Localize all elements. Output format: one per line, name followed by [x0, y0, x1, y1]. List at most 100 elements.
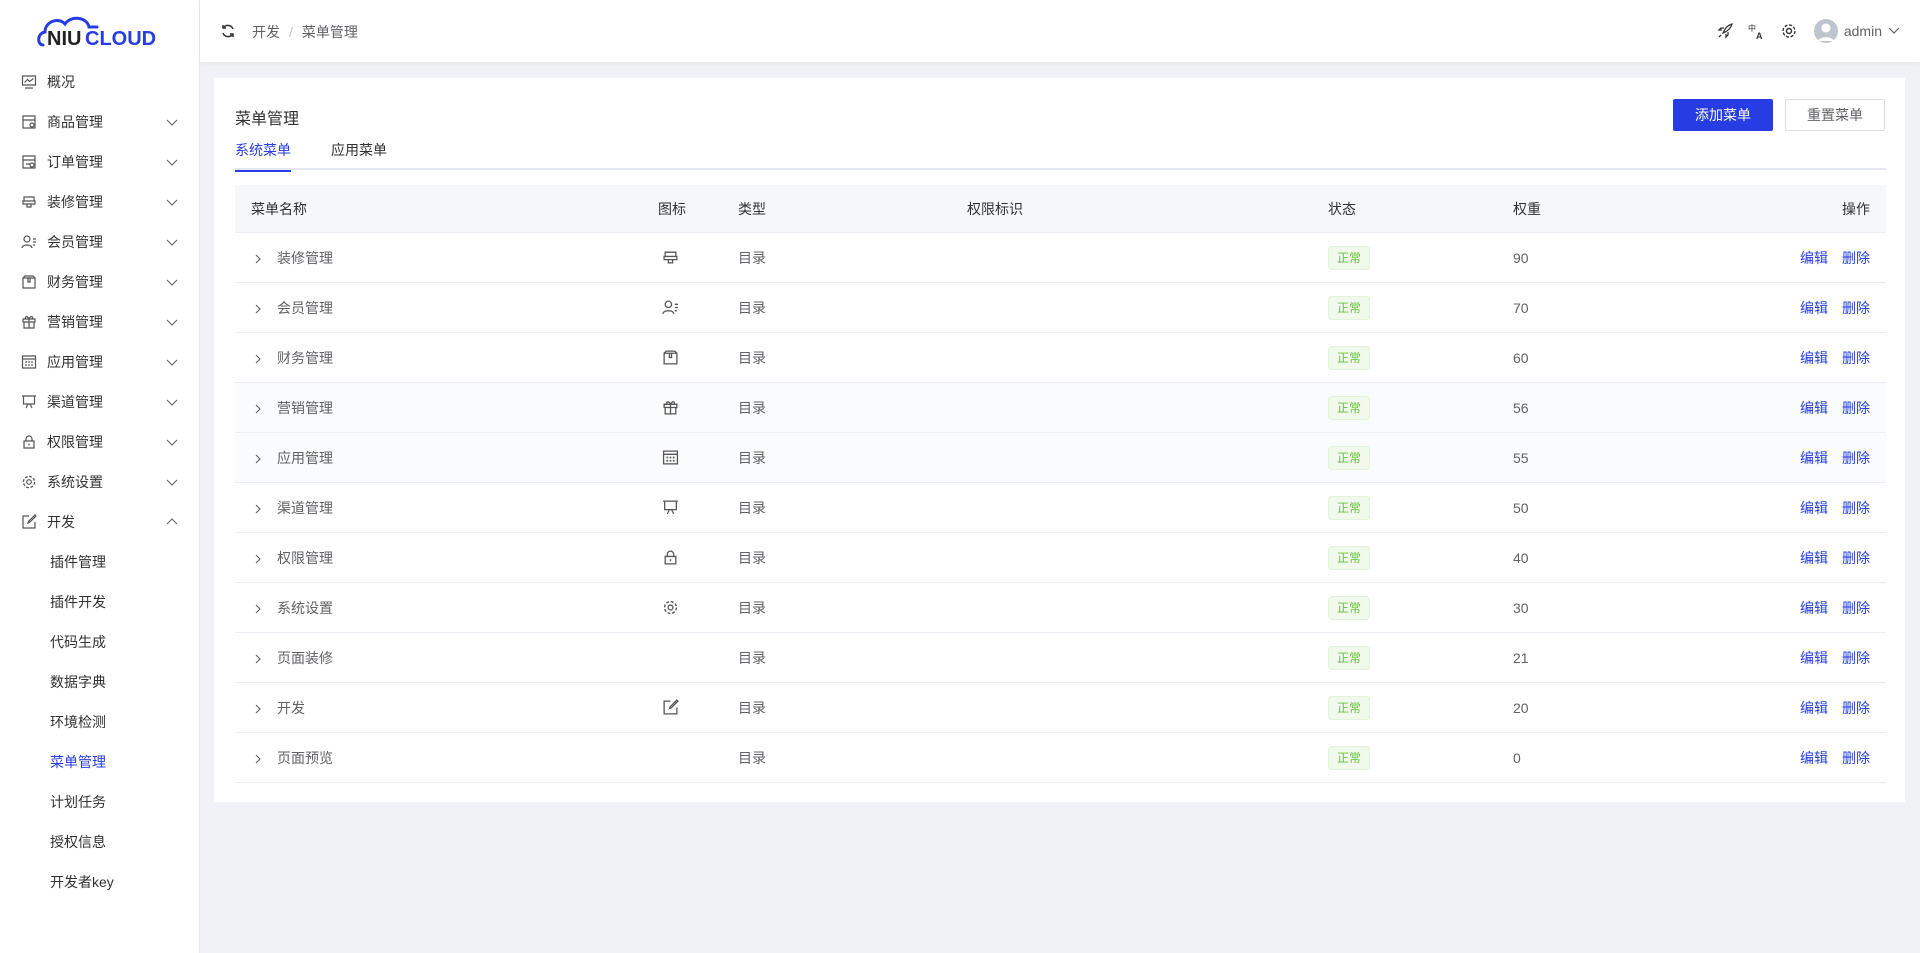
status-text: 正常 — [1328, 345, 1371, 370]
language-icon[interactable]: 中A — [1748, 22, 1766, 41]
menu-type: 目录 — [738, 549, 766, 566]
sidebar-subitem[interactable]: 开发者key — [0, 862, 199, 902]
menu-name: 渠道管理 — [277, 499, 333, 516]
settings-icon[interactable] — [1780, 22, 1798, 40]
delete-link[interactable]: 删除 — [1842, 550, 1870, 566]
status-badge: 正常 — [1328, 245, 1371, 270]
expand-chevron-icon[interactable] — [252, 302, 264, 314]
tab-system-menu[interactable]: 系统菜单 — [235, 140, 291, 172]
expand-chevron-icon[interactable] — [252, 552, 264, 564]
username[interactable]: admin — [1844, 23, 1882, 39]
status-badge: 正常 — [1328, 595, 1371, 620]
delete-link[interactable]: 删除 — [1842, 700, 1870, 716]
sidebar-subitem[interactable]: 代码生成 — [0, 622, 199, 662]
edit-link[interactable]: 编辑 — [1800, 650, 1828, 666]
row-actions: 编辑 删除 — [1786, 398, 1870, 418]
chevron-down-icon — [166, 395, 178, 407]
expand-chevron-icon[interactable] — [252, 602, 264, 614]
sidebar-subitem[interactable]: 插件管理 — [0, 542, 199, 582]
row-name: 财务管理 — [252, 348, 333, 368]
sidebar: NIU CLOUD 概况 商品管理订单管理装修管理 会员管理 财务管理 营销管理 应用管理… — [0, 0, 200, 953]
row-actions: 编辑 删除 — [1786, 348, 1870, 368]
row-name: 营销管理 — [252, 398, 333, 418]
delete-link[interactable]: 删除 — [1842, 350, 1870, 366]
sidebar-item-goods[interactable]: 商品管理 — [0, 102, 199, 142]
rocket-icon[interactable] — [1716, 22, 1734, 40]
breadcrumb-item-dev[interactable]: 开发 — [252, 24, 280, 40]
row-actions: 编辑 删除 — [1786, 448, 1870, 468]
sidebar-item-app[interactable]: 应用管理 — [0, 342, 199, 382]
edit-link[interactable]: 编辑 — [1800, 350, 1828, 366]
expand-chevron-icon[interactable] — [252, 252, 264, 264]
row-actions: 编辑 删除 — [1786, 548, 1870, 568]
col-weight: 权重 — [1513, 200, 1541, 217]
status-text: 正常 — [1328, 445, 1371, 470]
tab-app-menu[interactable]: 应用菜单 — [331, 140, 387, 170]
delete-link[interactable]: 删除 — [1842, 450, 1870, 466]
row-name: 装修管理 — [252, 248, 333, 268]
sidebar-subitem[interactable]: 数据字典 — [0, 662, 199, 702]
sidebar-subitem[interactable]: 插件开发 — [0, 582, 199, 622]
edit-link[interactable]: 编辑 — [1800, 400, 1828, 416]
menu-weight: 20 — [1513, 699, 1529, 716]
edit-link[interactable]: 编辑 — [1800, 250, 1828, 266]
sidebar-subitem[interactable]: 计划任务 — [0, 782, 199, 822]
sidebar-item-lock[interactable]: 权限管理 — [0, 422, 199, 462]
top-header: 开发 / 菜单管理 中A admin — [200, 0, 1920, 62]
sidebar-item-decoration[interactable]: 装修管理 — [0, 182, 199, 222]
delete-link[interactable]: 删除 — [1842, 750, 1870, 766]
sidebar-item-finance[interactable]: 财务管理 — [0, 262, 199, 302]
sidebar-subitem[interactable]: 环境检测 — [0, 702, 199, 742]
menu-name: 页面预览 — [277, 749, 333, 766]
expand-chevron-icon[interactable] — [252, 352, 264, 364]
sidebar-item-gear[interactable]: 系统设置 — [0, 462, 199, 502]
reset-menu-button[interactable]: 重置菜单 — [1785, 99, 1885, 131]
add-menu-button[interactable]: 添加菜单 — [1673, 99, 1773, 131]
expand-chevron-icon[interactable] — [252, 702, 264, 714]
edit-link[interactable]: 编辑 — [1800, 300, 1828, 316]
menu-name: 装修管理 — [277, 249, 333, 266]
decoration-icon — [662, 249, 680, 267]
edit-link[interactable]: 编辑 — [1800, 600, 1828, 616]
sidebar-item-edit[interactable]: 开发 — [0, 502, 199, 542]
logo[interactable]: NIU CLOUD — [0, 0, 199, 62]
sidebar-subitem[interactable]: 菜单管理 — [0, 742, 199, 782]
menu-type: 目录 — [738, 749, 766, 766]
delete-link[interactable]: 删除 — [1842, 600, 1870, 616]
sidebar-item-member[interactable]: 会员管理 — [0, 222, 199, 262]
chevron-down-icon — [166, 435, 178, 447]
sidebar-item-gift[interactable]: 营销管理 — [0, 302, 199, 342]
sidebar-item-chart[interactable]: 概况 — [0, 62, 199, 102]
expand-chevron-icon[interactable] — [252, 652, 264, 664]
menu-weight: 70 — [1513, 299, 1529, 316]
edit-link[interactable]: 编辑 — [1800, 550, 1828, 566]
delete-link[interactable]: 删除 — [1842, 500, 1870, 516]
refresh-icon[interactable] — [220, 23, 236, 39]
sidebar-item-label: 系统设置 — [47, 474, 103, 490]
delete-link[interactable]: 删除 — [1842, 400, 1870, 416]
edit-link[interactable]: 编辑 — [1800, 450, 1828, 466]
expand-chevron-icon[interactable] — [252, 402, 264, 414]
delete-link[interactable]: 删除 — [1842, 650, 1870, 666]
edit-link[interactable]: 编辑 — [1800, 750, 1828, 766]
edit-link[interactable]: 编辑 — [1800, 700, 1828, 716]
col-name: 菜单名称 — [251, 200, 307, 217]
edit-link[interactable]: 编辑 — [1800, 500, 1828, 516]
sidebar-item-order[interactable]: 订单管理 — [0, 142, 199, 182]
finance-icon — [21, 274, 37, 290]
menu-weight: 0 — [1513, 749, 1521, 766]
row-name: 开发 — [252, 698, 305, 718]
avatar[interactable] — [1813, 19, 1838, 43]
expand-chevron-icon[interactable] — [252, 452, 264, 464]
delete-link[interactable]: 删除 — [1842, 250, 1870, 266]
sidebar-subitem[interactable]: 授权信息 — [0, 822, 199, 862]
expand-chevron-icon[interactable] — [252, 502, 264, 514]
expand-chevron-icon[interactable] — [252, 752, 264, 764]
chevron-down-icon[interactable] — [1888, 23, 1900, 39]
col-permission: 权限标识 — [967, 200, 1023, 217]
delete-link[interactable]: 删除 — [1842, 300, 1870, 316]
row-actions: 编辑 删除 — [1786, 598, 1870, 618]
sidebar-item-channel[interactable]: 渠道管理 — [0, 382, 199, 422]
col-type: 类型 — [738, 200, 766, 217]
sidebar-item-label: 订单管理 — [47, 154, 103, 170]
